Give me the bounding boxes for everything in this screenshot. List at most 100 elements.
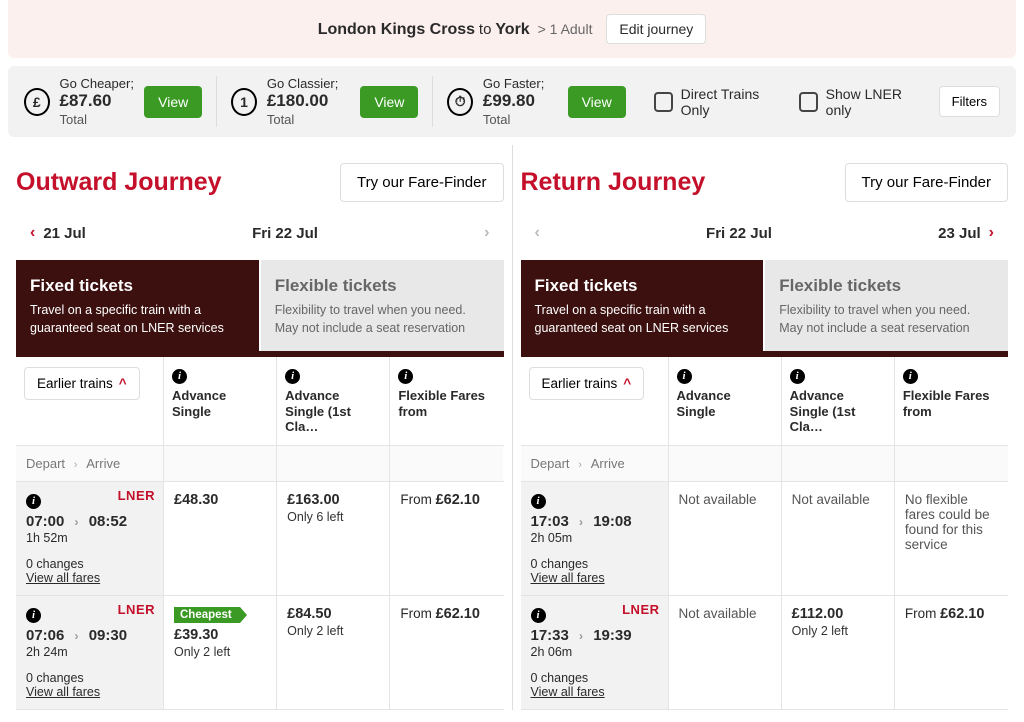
fare-price: £39.30 xyxy=(174,627,266,643)
fare-prefix: From xyxy=(400,606,435,621)
outward-title: Outward Journey xyxy=(16,168,222,197)
col-flexible-fares: Flexible Fares from xyxy=(398,388,495,419)
return-row-time[interactable]: i LNER 17:33 › 19:39 2h 06m 0 changes Vi… xyxy=(521,596,669,709)
fare-cell[interactable]: From £62.10 xyxy=(390,482,503,595)
return-flexible-tab[interactable]: Flexible tickets Flexibility to travel w… xyxy=(763,260,1008,351)
return-date: Fri 22 Jul xyxy=(706,225,772,242)
outward-row-time[interactable]: i LNER 07:00 › 08:52 1h 52m 0 changes Vi… xyxy=(16,482,164,595)
info-icon[interactable]: i xyxy=(790,369,805,384)
promo-bar: £ Go Cheaper; £87.60 Total View 1 Go Cla… xyxy=(8,66,1016,137)
duration: 1h 52m xyxy=(26,531,153,545)
info-icon[interactable]: i xyxy=(531,494,546,509)
info-icon[interactable]: i xyxy=(677,369,692,384)
col-advance-single-1st: Advance Single (1st Cla… xyxy=(285,388,381,435)
fare-cell[interactable]: £48.30 xyxy=(164,482,277,595)
return-flexible-tab-title: Flexible tickets xyxy=(779,276,994,296)
fare-cell[interactable]: £112.00 Only 2 left xyxy=(782,596,895,709)
info-icon[interactable]: i xyxy=(531,608,546,623)
promo-classier-view-button[interactable]: View xyxy=(360,86,418,118)
arrive-time: 19:08 xyxy=(593,513,631,530)
outward-earlier-trains-button[interactable]: Earlier trains^ xyxy=(24,367,140,400)
depart-label: Depart xyxy=(531,456,570,471)
outward-fixed-tab-sub: Travel on a specific train with a guaran… xyxy=(30,302,245,337)
not-available: Not available xyxy=(679,492,771,507)
promo-faster-price: £99.80 xyxy=(483,91,535,110)
changes: 0 changes xyxy=(26,557,153,571)
return-prev-date: ‹ xyxy=(535,224,540,242)
promo-faster-total: Total xyxy=(483,112,510,127)
fare-cell[interactable]: Cheapest £39.30 Only 2 left xyxy=(164,596,277,709)
info-icon[interactable]: i xyxy=(398,369,413,384)
fare-cell: Not available xyxy=(669,596,782,709)
fare-note: Only 6 left xyxy=(287,510,379,524)
return-title: Return Journey xyxy=(521,168,706,197)
return-ticket-tabs: Fixed tickets Travel on a specific train… xyxy=(521,260,1009,351)
fare-cell[interactable]: From £62.10 xyxy=(895,596,1008,709)
return-fixed-tab[interactable]: Fixed tickets Travel on a specific train… xyxy=(521,260,764,351)
info-icon[interactable]: i xyxy=(26,494,41,509)
info-icon[interactable]: i xyxy=(903,369,918,384)
return-fare-finder-button[interactable]: Try our Fare-Finder xyxy=(845,163,1008,202)
chevron-left-icon: ‹ xyxy=(30,224,35,242)
info-icon[interactable]: i xyxy=(285,369,300,384)
return-row: i 17:03 › 19:08 2h 05m 0 changes View al… xyxy=(521,482,1009,596)
return-earlier-trains-button[interactable]: Earlier trains^ xyxy=(529,367,645,400)
return-row-time[interactable]: i 17:03 › 19:08 2h 05m 0 changes View al… xyxy=(521,482,669,595)
outward-fare-finder-button[interactable]: Try our Fare-Finder xyxy=(340,163,503,202)
view-all-fares-link[interactable]: View all fares xyxy=(26,571,153,585)
fare-cell: Not available xyxy=(782,482,895,595)
fare-prefix: From xyxy=(400,492,435,507)
outward-row-time[interactable]: i LNER 07:06 › 09:30 2h 24m 0 changes Vi… xyxy=(16,596,164,709)
promo-faster: ⏱ Go Faster; £99.80 Total View xyxy=(432,76,625,127)
promo-classier-price: £180.00 xyxy=(267,91,328,110)
depart-time: 17:33 xyxy=(531,627,569,644)
cheapest-badge: Cheapest xyxy=(174,607,240,623)
view-all-fares-link[interactable]: View all fares xyxy=(531,685,658,699)
outward-ticket-tabs: Fixed tickets Travel on a specific train… xyxy=(16,260,504,351)
outward-fixed-tab[interactable]: Fixed tickets Travel on a specific train… xyxy=(16,260,259,351)
fare-cell: Not available xyxy=(669,482,782,595)
fare-price: £163.00 xyxy=(287,492,379,508)
up-caret-icon: ^ xyxy=(119,376,127,391)
info-icon[interactable]: i xyxy=(26,608,41,623)
fare-price: £62.10 xyxy=(436,492,480,508)
changes: 0 changes xyxy=(531,557,658,571)
depart-time: 07:00 xyxy=(26,513,64,530)
lner-only-checkbox[interactable] xyxy=(799,92,818,112)
return-next-date[interactable]: 23 Jul › xyxy=(938,224,994,242)
fare-note: Only 2 left xyxy=(174,645,266,659)
promo-classier-total: Total xyxy=(267,112,294,127)
direct-trains-toggle[interactable]: Direct Trains Only xyxy=(654,86,785,118)
direct-trains-checkbox[interactable] xyxy=(654,92,673,112)
promo-cheaper-view-button[interactable]: View xyxy=(144,86,202,118)
outward-prev-date-label: 21 Jul xyxy=(43,225,86,242)
promo-cheaper-total: Total xyxy=(60,112,87,127)
return-next-date-label: 23 Jul xyxy=(938,225,981,242)
depart-time: 07:06 xyxy=(26,627,64,644)
duration: 2h 05m xyxy=(531,531,658,545)
chevron-left-icon: ‹ xyxy=(535,224,540,242)
outward-header-row: Earlier trains^ i Advance Single i Advan… xyxy=(16,357,504,446)
piggy-icon: £ xyxy=(24,88,50,116)
chevron-right-icon: › xyxy=(74,459,78,471)
outward-flexible-tab[interactable]: Flexible tickets Flexibility to travel w… xyxy=(259,260,504,351)
arrive-label: Arrive xyxy=(86,456,120,471)
return-fixed-tab-title: Fixed tickets xyxy=(535,276,750,296)
fare-cell[interactable]: £163.00 Only 6 left xyxy=(277,482,390,595)
return-header-row: Earlier trains^ i Advance Single i Advan… xyxy=(521,357,1009,446)
promo-cheaper: £ Go Cheaper; £87.60 Total View xyxy=(24,76,202,127)
filters-button[interactable]: Filters xyxy=(939,86,1000,117)
view-all-fares-link[interactable]: View all fares xyxy=(26,685,153,699)
from-station: London Kings Cross xyxy=(318,21,475,38)
promo-faster-view-button[interactable]: View xyxy=(568,86,626,118)
lner-only-toggle[interactable]: Show LNER only xyxy=(799,86,925,118)
chevron-right-icon: › xyxy=(989,224,994,242)
fare-cell[interactable]: £84.50 Only 2 left xyxy=(277,596,390,709)
to-word: to xyxy=(479,21,492,38)
outward-prev-date[interactable]: ‹ 21 Jul xyxy=(30,224,86,242)
fare-cell[interactable]: From £62.10 xyxy=(390,596,503,709)
chevron-right-icon: › xyxy=(75,629,79,643)
view-all-fares-link[interactable]: View all fares xyxy=(531,571,658,585)
edit-journey-button[interactable]: Edit journey xyxy=(606,14,706,44)
info-icon[interactable]: i xyxy=(172,369,187,384)
